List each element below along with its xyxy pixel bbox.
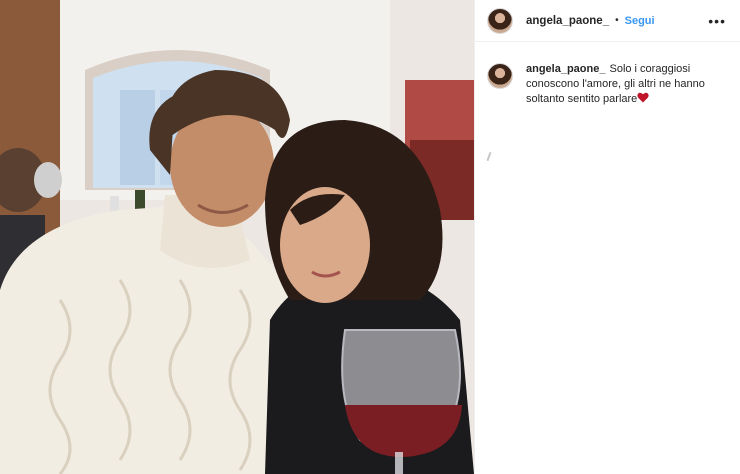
separator-dot: •: [615, 15, 619, 26]
post-photo[interactable]: [0, 0, 474, 474]
post-header: angela_paone_ • Segui •••: [475, 0, 740, 42]
instagram-post: angela_paone_ • Segui ••• angela_paone_ S…: [0, 0, 740, 474]
divider-mark: [486, 151, 492, 162]
author-avatar[interactable]: [487, 7, 513, 34]
post-sidebar: angela_paone_ • Segui ••• angela_paone_ S…: [474, 0, 740, 474]
follow-button[interactable]: Segui: [625, 15, 655, 27]
caption-avatar[interactable]: [487, 63, 513, 89]
post-image: [0, 0, 474, 474]
red-heart-icon: [637, 92, 649, 103]
author-username[interactable]: angela_paone_: [526, 15, 609, 27]
more-options-icon[interactable]: •••: [708, 14, 726, 28]
caption-username[interactable]: angela_paone_: [526, 63, 605, 75]
caption-row: angela_paone_ Solo i coraggiosi conoscono…: [475, 42, 740, 107]
caption-text: angela_paone_ Solo i coraggiosi conoscono…: [526, 62, 726, 107]
